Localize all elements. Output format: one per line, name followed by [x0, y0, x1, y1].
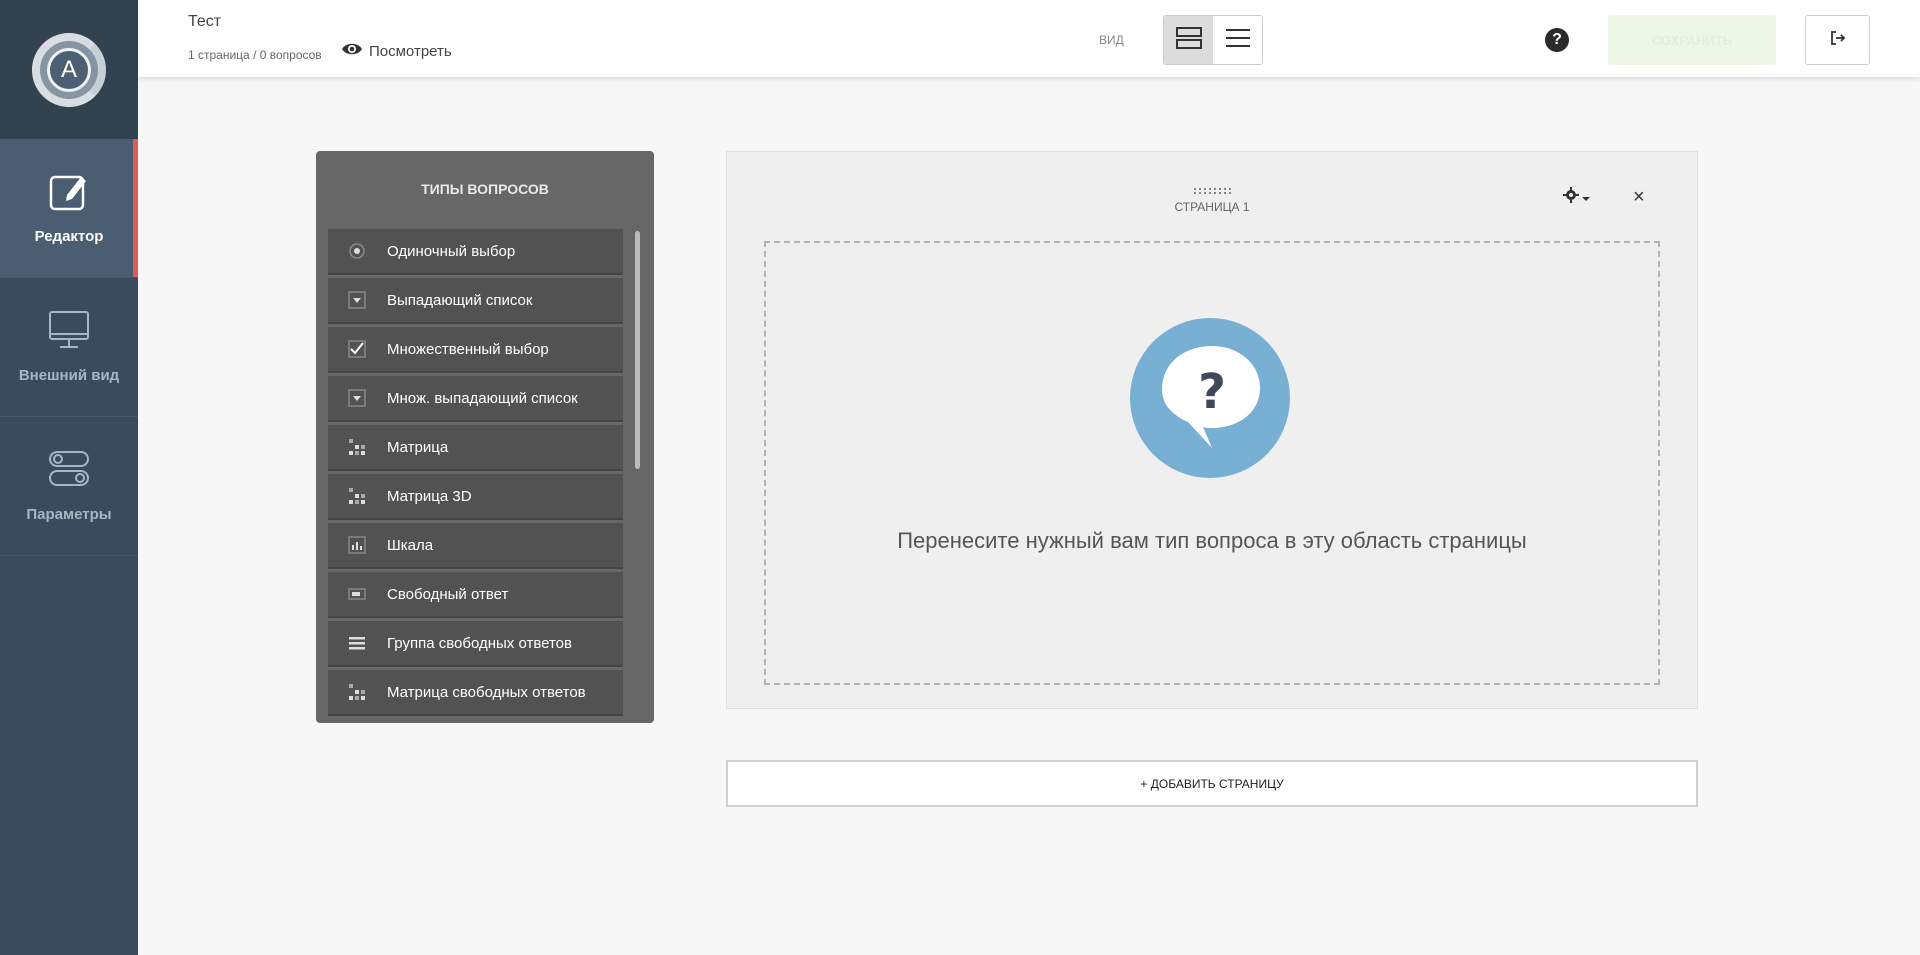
question-type-label: Свободный ответ	[387, 585, 509, 603]
sign-out-icon	[1830, 30, 1846, 50]
question-type-label: Одиночный выбор	[387, 242, 516, 260]
question-types-panel: ТИПЫ ВОПРОСОВ Одиночный выбор Выпадающий…	[316, 151, 654, 723]
monitor-icon	[48, 310, 90, 355]
list-view-icon	[1225, 27, 1251, 54]
save-button[interactable]: СОХРАНИТЬ	[1608, 15, 1776, 65]
drop-zone-hint: Перенесите нужный вам тип вопроса в эту …	[897, 528, 1527, 553]
question-type-multiple-choice[interactable]: Множественный выбор	[328, 327, 623, 373]
matrix-3d-icon	[347, 486, 367, 506]
text-group-icon	[347, 633, 367, 653]
nav-parameters[interactable]: Параметры	[0, 417, 138, 556]
checkbox-icon	[347, 339, 367, 359]
sidebar: A Редактор Внешний вид Параметры	[0, 0, 138, 955]
nav-appearance-label: Внешний вид	[18, 367, 120, 384]
add-page-button[interactable]: + ДОБАВИТЬ СТРАНИЦУ	[726, 760, 1698, 807]
question-type-free-answer[interactable]: Свободный ответ	[328, 572, 623, 618]
view-toggle	[1163, 15, 1263, 65]
question-type-label: Множественный выбор	[387, 340, 549, 358]
question-type-multi-dropdown[interactable]: Множ. выпадающий список	[328, 376, 623, 422]
survey-summary: 1 страница / 0 вопросов	[188, 48, 322, 62]
eye-icon	[341, 42, 363, 60]
question-type-dropdown[interactable]: Выпадающий список	[328, 278, 623, 324]
view-label: ВИД	[1099, 33, 1124, 47]
dropdown-icon	[347, 290, 367, 310]
survey-title[interactable]: Тест	[188, 13, 221, 31]
question-type-free-answer-group[interactable]: Группа свободных ответов	[328, 621, 623, 667]
logo-letter: A	[47, 47, 91, 92]
app-logo[interactable]: A	[32, 32, 106, 107]
gear-icon	[1563, 187, 1579, 208]
nav-appearance[interactable]: Внешний вид	[0, 278, 138, 417]
question-type-label: Матрица	[387, 438, 449, 456]
preview-link[interactable]: Посмотреть	[341, 42, 452, 60]
top-bar: Тест 1 страница / 0 вопросов Посмотреть …	[138, 0, 1920, 78]
nav-editor[interactable]: Редактор	[0, 139, 138, 278]
nav-editor-label: Редактор	[34, 228, 104, 245]
question-type-label: Шкала	[387, 536, 434, 554]
question-types-title: ТИПЫ ВОПРОСОВ	[421, 181, 549, 197]
matrix-icon	[347, 437, 367, 457]
close-page-button[interactable]: ×	[1633, 187, 1645, 207]
question-type-matrix[interactable]: Матрица	[328, 425, 623, 471]
text-matrix-icon	[347, 682, 367, 702]
question-type-free-answer-matrix[interactable]: Матрица свободных ответов	[328, 670, 623, 716]
radio-icon	[347, 241, 367, 261]
preview-label: Посмотреть	[369, 42, 452, 60]
toggles-icon	[48, 449, 90, 494]
scale-icon	[347, 535, 367, 555]
question-type-label: Множ. выпадающий список	[387, 389, 578, 407]
pages-view-icon	[1175, 26, 1202, 54]
question-drop-zone[interactable]: ? Перенесите нужный вам тип вопроса в эт…	[764, 241, 1660, 685]
svg-text:?: ?	[1198, 364, 1226, 420]
question-type-label: Матрица 3D	[387, 487, 472, 505]
question-types-list: Одиночный выбор Выпадающий список Множес…	[328, 229, 623, 719]
chevron-down-icon	[1581, 189, 1591, 207]
question-bubble-icon: ?	[1130, 318, 1290, 478]
page-label: СТРАНИЦА 1	[1174, 200, 1250, 214]
nav-parameters-label: Параметры	[26, 506, 112, 523]
page-card: СТРАНИЦА 1 × ? Перенесите нужный вам тип…	[726, 151, 1698, 709]
list-view-button[interactable]	[1213, 16, 1262, 64]
question-type-label: Выпадающий список	[387, 291, 533, 309]
text-input-icon	[347, 584, 367, 604]
multi-dropdown-icon	[347, 388, 367, 408]
question-types-scrollbar[interactable]	[635, 231, 640, 469]
pages-view-button[interactable]	[1164, 16, 1213, 64]
question-type-scale[interactable]: Шкала	[328, 523, 623, 569]
drag-handle-icon[interactable]	[1193, 182, 1233, 194]
question-type-single-choice[interactable]: Одиночный выбор	[328, 229, 623, 275]
page-settings-button[interactable]	[1563, 187, 1591, 208]
edit-icon	[49, 171, 89, 216]
exit-button[interactable]	[1805, 15, 1870, 65]
help-icon[interactable]: ?	[1545, 28, 1569, 52]
logo-area: A	[0, 0, 138, 139]
question-type-matrix-3d[interactable]: Матрица 3D	[328, 474, 623, 520]
question-type-label: Матрица свободных ответов	[387, 683, 586, 701]
question-type-label: Группа свободных ответов	[387, 634, 572, 652]
